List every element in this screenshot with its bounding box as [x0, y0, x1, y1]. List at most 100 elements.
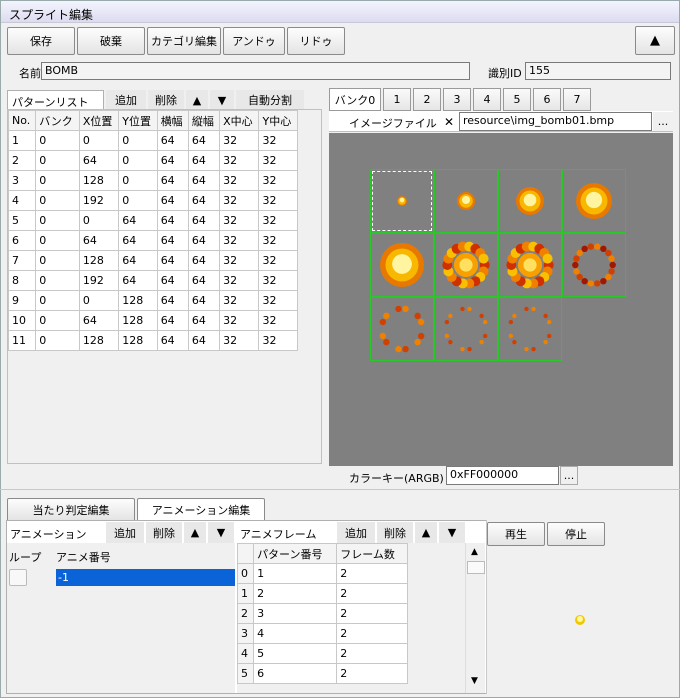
pattern-cell[interactable]: 64 — [156, 190, 189, 211]
frame-cell[interactable]: 4 — [237, 643, 255, 664]
pattern-cell[interactable]: 32 — [258, 190, 298, 211]
sprite-pattern-cell[interactable] — [434, 233, 498, 297]
frame-cell[interactable]: 1 — [253, 563, 338, 584]
pattern-cell[interactable]: 32 — [258, 150, 298, 171]
pattern-cell[interactable]: 32 — [219, 270, 260, 291]
sprite-pattern-cell[interactable] — [562, 169, 626, 233]
bank-tab-4[interactable]: 4 — [473, 88, 501, 111]
collapse-button[interactable]: ▲ — [635, 26, 675, 55]
auto-split-button[interactable]: 自動分割 — [236, 90, 304, 110]
colorkey-browse-button[interactable]: ... — [560, 466, 578, 485]
animation-delete-button[interactable]: 削除 — [146, 522, 182, 543]
bank-tab-3[interactable]: 3 — [443, 88, 471, 111]
frame-cell[interactable]: 2 — [336, 643, 408, 664]
bank-tab-0[interactable]: バンク0 — [329, 88, 381, 111]
loop-checkbox[interactable] — [9, 569, 27, 586]
pattern-cell[interactable]: 11 — [7, 330, 37, 351]
pattern-cell[interactable]: 0 — [35, 170, 80, 191]
pattern-cell[interactable]: 64 — [187, 290, 221, 311]
pattern-row[interactable]: 10 0 64 128 64 64 32 32 — [7, 310, 298, 331]
frame-cell[interactable]: 2 — [336, 563, 408, 584]
pattern-cell[interactable]: 0 — [118, 170, 158, 191]
pattern-row[interactable]: 1 0 0 0 64 64 32 32 — [7, 130, 298, 151]
pattern-cell[interactable]: 0 — [35, 270, 80, 291]
pattern-cell[interactable]: 32 — [258, 290, 298, 311]
colorkey-field[interactable]: 0xFF000000 — [446, 466, 559, 485]
pattern-cell[interactable]: 64 — [118, 210, 158, 231]
frame-col-header[interactable]: パターン番号 — [253, 543, 338, 564]
frame-cell[interactable]: 5 — [253, 643, 338, 664]
frame-add-button[interactable]: 追加 — [337, 522, 375, 543]
frame-row[interactable]: 342 — [237, 623, 408, 644]
pattern-row[interactable]: 5 0 0 64 64 64 32 32 — [7, 210, 298, 231]
frame-cell[interactable]: 2 — [336, 583, 408, 604]
pattern-cell[interactable]: 0 — [78, 130, 120, 151]
pattern-cell[interactable]: 0 — [78, 290, 120, 311]
pattern-cell[interactable]: 64 — [187, 190, 221, 211]
pattern-col-header[interactable]: 横幅 — [156, 110, 189, 131]
animation-down-button[interactable]: ▼ — [208, 522, 234, 543]
pattern-row[interactable]: 2 0 64 0 64 64 32 32 — [7, 150, 298, 171]
pattern-cell[interactable]: 64 — [118, 270, 158, 291]
browse-image-button[interactable]: ... — [653, 112, 673, 131]
frame-cell[interactable]: 2 — [237, 603, 255, 624]
frame-row[interactable]: 232 — [237, 603, 408, 624]
pattern-cell[interactable]: 64 — [156, 310, 189, 331]
pattern-down-button[interactable]: ▼ — [210, 90, 234, 110]
pattern-cell[interactable]: 32 — [219, 150, 260, 171]
frame-cell[interactable]: 2 — [253, 583, 338, 604]
pattern-cell[interactable]: 64 — [156, 130, 189, 151]
pattern-cell[interactable]: 32 — [258, 250, 298, 271]
id-field[interactable]: 155 — [525, 62, 671, 80]
pattern-cell[interactable]: 32 — [219, 130, 260, 151]
pattern-cell[interactable]: 0 — [35, 190, 80, 211]
pattern-row[interactable]: 8 0 192 64 64 64 32 32 — [7, 270, 298, 291]
sprite-pattern-cell[interactable] — [370, 297, 434, 361]
pattern-cell[interactable]: 0 — [118, 130, 158, 151]
frame-delete-button[interactable]: 削除 — [377, 522, 413, 543]
pattern-cell[interactable]: 64 — [156, 210, 189, 231]
frame-table[interactable]: パターン番号 フレーム数 012122232342452562 — [237, 543, 408, 684]
pattern-col-header[interactable]: Y位置 — [118, 110, 158, 131]
pattern-cell[interactable]: 0 — [35, 330, 80, 351]
bank-tab-6[interactable]: 6 — [533, 88, 561, 111]
clear-image-button[interactable]: ✕ — [440, 113, 458, 131]
sprite-pattern-cell[interactable] — [434, 169, 498, 233]
pattern-cell[interactable]: 64 — [156, 170, 189, 191]
pattern-table[interactable]: No. バンク X位置 Y位置 横幅 縦幅 X中心 Y中心 1 0 0 0 64 64 32 32 2 0 64 0… — [7, 110, 298, 351]
frame-scrollbar[interactable]: ▲ ▼ — [465, 543, 485, 693]
pattern-cell[interactable]: 32 — [219, 310, 260, 331]
stop-button[interactable]: 停止 — [547, 522, 605, 546]
pattern-row[interactable]: 11 0 128 128 64 64 32 32 — [7, 330, 298, 351]
pattern-cell[interactable]: 32 — [258, 130, 298, 151]
pattern-cell[interactable]: 0 — [35, 130, 80, 151]
pattern-cell[interactable]: 64 — [187, 170, 221, 191]
pattern-cell[interactable]: 64 — [156, 250, 189, 271]
pattern-cell[interactable]: 10 — [7, 310, 37, 331]
pattern-cell[interactable]: 64 — [78, 230, 120, 251]
pattern-col-header[interactable]: No. — [7, 110, 37, 131]
pattern-cell[interactable]: 0 — [35, 250, 80, 271]
discard-button[interactable]: 破棄 — [77, 27, 145, 55]
pattern-cell[interactable]: 32 — [219, 210, 260, 231]
frame-cell[interactable]: 1 — [237, 583, 255, 604]
pattern-row[interactable]: 4 0 192 0 64 64 32 32 — [7, 190, 298, 211]
pattern-cell[interactable]: 2 — [7, 150, 37, 171]
pattern-cell[interactable]: 32 — [219, 330, 260, 351]
frame-row[interactable]: 122 — [237, 583, 408, 604]
sprite-canvas[interactable] — [329, 133, 673, 466]
pattern-cell[interactable]: 64 — [187, 150, 221, 171]
pattern-cell[interactable]: 1 — [7, 130, 37, 151]
pattern-cell[interactable]: 0 — [35, 290, 80, 311]
pattern-col-header[interactable]: Y中心 — [258, 110, 298, 131]
pattern-cell[interactable]: 64 — [187, 310, 221, 331]
pattern-cell[interactable]: 0 — [35, 210, 80, 231]
pattern-cell[interactable]: 32 — [219, 190, 260, 211]
pattern-cell[interactable]: 32 — [219, 250, 260, 271]
frame-row[interactable]: 452 — [237, 643, 408, 664]
pattern-cell[interactable]: 128 — [78, 250, 120, 271]
pattern-col-header[interactable]: 縦幅 — [187, 110, 221, 131]
pattern-cell[interactable]: 32 — [258, 270, 298, 291]
pattern-cell[interactable]: 64 — [187, 210, 221, 231]
pattern-cell[interactable]: 64 — [118, 250, 158, 271]
